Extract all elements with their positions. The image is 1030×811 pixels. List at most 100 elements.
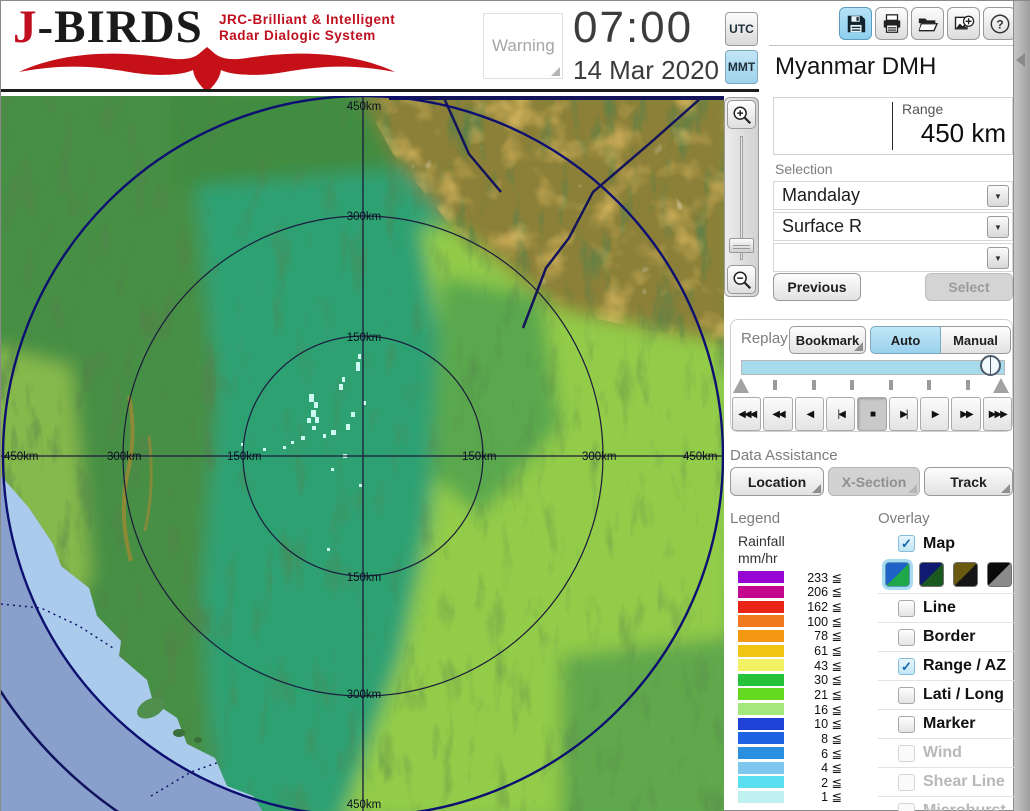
location-button[interactable]: Location (730, 467, 824, 496)
legend-swatch (738, 776, 784, 789)
slider-tick (965, 380, 970, 390)
legend-label: Legend (730, 510, 781, 527)
manual-button[interactable]: Manual (941, 326, 1011, 354)
clock-date: 14 Mar 2020 (573, 55, 719, 85)
stop-button[interactable]: ■ (857, 397, 887, 431)
checked-checkbox[interactable]: ✓ (898, 535, 915, 552)
svg-text:150km: 150km (347, 572, 382, 584)
eagle-icon (19, 47, 395, 92)
overlay-item-shear-line[interactable]: Shear Line (878, 767, 1014, 796)
play-forward-button[interactable]: ▶ (919, 397, 950, 431)
open-file-button[interactable] (911, 7, 944, 40)
track-label: Track (950, 473, 987, 490)
utc-button[interactable]: UTC (725, 12, 758, 46)
overlay-item-lati-long[interactable]: Lati / Long (878, 680, 1014, 709)
time-slider-handle[interactable] (980, 355, 1001, 376)
overlay-item-range-az[interactable]: ✓ Range / AZ (878, 651, 1014, 680)
jump-forward-button[interactable]: ▶▶▶ (982, 397, 1012, 431)
chevron-down-icon[interactable]: ▼ (987, 185, 1009, 207)
map-style-3[interactable] (953, 562, 978, 587)
select-button[interactable]: Select (925, 273, 1013, 301)
svg-text:300km: 300km (107, 451, 142, 463)
legend-swatch (738, 644, 784, 657)
zoom-in-button[interactable] (727, 100, 756, 129)
overlay-item-line[interactable]: Line (878, 593, 1014, 622)
fast-forward-button[interactable]: ▶▶ (951, 397, 981, 431)
overlay-item-border[interactable]: Border (878, 622, 1014, 651)
product-dropdown[interactable]: Surface R ▼ (773, 212, 1013, 241)
unchecked-checkbox[interactable] (898, 773, 915, 791)
save-button[interactable] (839, 7, 872, 40)
overlay-item-microburst[interactable]: Microburst (878, 796, 1014, 811)
overlay-item-label: Map (923, 534, 955, 552)
legend-swatch (738, 732, 784, 745)
range-divider (892, 102, 893, 150)
fast-backward-button[interactable]: ◀◀ (763, 397, 793, 431)
open-folder-icon (917, 18, 938, 31)
step-forward-button[interactable]: ▶| (888, 397, 918, 431)
legend-swatch (738, 585, 784, 598)
legend-value: 233 ≦ (807, 570, 842, 585)
legend-entry: 162 ≦ (738, 599, 842, 614)
station-name: Myanmar DMH (775, 53, 937, 80)
jump-backward-button[interactable]: ◀◀◀ (732, 397, 762, 431)
site-dropdown[interactable]: Mandalay ▼ (773, 181, 1013, 210)
print-button[interactable] (875, 7, 908, 40)
logo-subtitle-line2: Radar Dialogic System (219, 28, 376, 43)
slider-tick (927, 380, 931, 390)
legend-swatch (738, 615, 784, 628)
range-label: Range (902, 101, 944, 117)
svg-text:450km: 450km (347, 101, 382, 113)
mmt-button[interactable]: MMT (725, 50, 758, 84)
overlay-item-wind[interactable]: Wind (878, 738, 1014, 767)
checked-checkbox[interactable]: ✓ (898, 657, 915, 675)
data-assistance-label: Data Assistance (730, 447, 838, 464)
overlay-item-map[interactable]: ✓ Map (878, 529, 1014, 558)
zoom-out-icon (732, 270, 751, 289)
legend-value: 78 ≦ (814, 629, 842, 644)
chevron-down-icon[interactable]: ▼ (987, 247, 1009, 269)
panel-separator (769, 45, 1013, 46)
zoom-out-button[interactable] (727, 265, 756, 294)
legend-swatch (738, 790, 784, 803)
slider-start-marker[interactable] (733, 378, 749, 393)
radar-map[interactable]: 450km 300km 150km 150km 300km 450km 450k… (0, 76, 734, 811)
replay-panel: Replay Bookmark Auto Manual ◀◀◀ ◀◀ ◀ |◀ ■ ▶| ▶… (730, 319, 1013, 432)
bookmark-button[interactable]: Bookmark (789, 326, 866, 354)
zoom-slider-handle[interactable] (729, 238, 754, 253)
unchecked-checkbox[interactable] (898, 686, 915, 704)
extra-dropdown[interactable]: ▼ (773, 243, 1013, 272)
legend-entry: 21 ≦ (738, 687, 842, 702)
overlay-item-label: Lati / Long (923, 686, 1004, 703)
play-backward-button[interactable]: ◀ (794, 397, 824, 431)
map-style-4[interactable] (987, 562, 1012, 587)
overlay-item-marker[interactable]: Marker (878, 709, 1014, 738)
unchecked-checkbox[interactable] (898, 715, 915, 733)
unchecked-checkbox[interactable] (898, 744, 915, 762)
slider-end-marker[interactable] (993, 378, 1009, 393)
chevron-down-icon[interactable]: ▼ (987, 216, 1009, 238)
map-style-2[interactable] (919, 562, 944, 587)
site-dropdown-value: Mandalay (782, 185, 861, 205)
previous-button[interactable]: Previous (773, 273, 861, 301)
unchecked-checkbox[interactable] (898, 628, 915, 646)
logo-subtitle-line1: JRC-Brilliant & Intelligent (219, 12, 396, 27)
unchecked-checkbox[interactable] (898, 599, 915, 617)
warning-button[interactable]: Warning (483, 13, 563, 79)
legend-value: 21 ≦ (814, 687, 842, 702)
panel-collapse-icon[interactable] (1016, 53, 1025, 67)
track-button[interactable]: Track (924, 467, 1013, 496)
help-button[interactable]: ? (983, 7, 1016, 40)
map-style-1[interactable] (885, 562, 910, 587)
slider-tick (811, 380, 816, 390)
step-backward-button[interactable]: |◀ (825, 397, 856, 431)
x-section-button[interactable]: X-Section (828, 467, 920, 496)
time-slider[interactable] (741, 360, 1005, 375)
location-label: Location (747, 473, 807, 490)
overlay-item-label: Wind (923, 744, 962, 761)
svg-text:150km: 150km (347, 332, 382, 344)
auto-button[interactable]: Auto (870, 326, 941, 354)
unchecked-checkbox[interactable] (898, 802, 915, 811)
legend-value: 206 ≦ (807, 585, 842, 600)
capture-image-button[interactable] (947, 7, 980, 40)
